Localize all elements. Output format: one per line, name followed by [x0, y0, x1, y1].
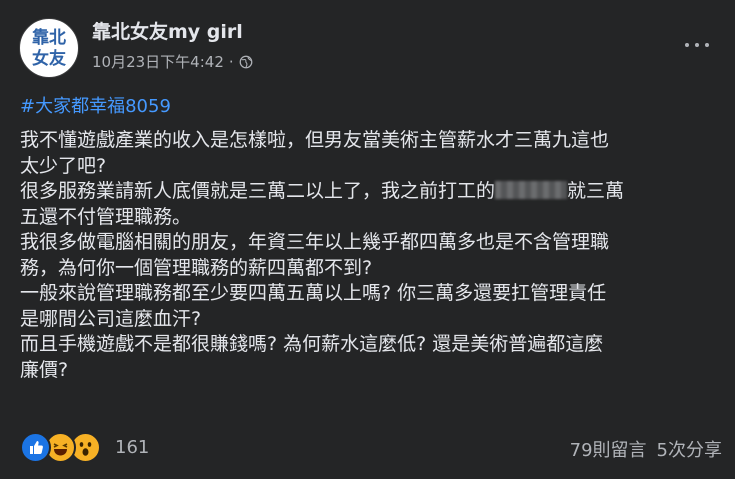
post-timestamp[interactable]: 10月23日下午4:42	[92, 51, 224, 72]
like-icon	[20, 432, 51, 463]
post-line: 太少了吧?	[20, 154, 107, 177]
post-line: 一般來說管理職務都至少要四萬五萬以上嗎? 你三萬多還要扛管理責任	[20, 282, 607, 304]
more-options-button[interactable]	[679, 33, 715, 57]
post-line: 很多服務業請新人底價就是三萬二以上了，我之前打工的 就三萬	[20, 179, 720, 205]
more-dot	[685, 43, 689, 47]
reaction-count[interactable]: 161	[115, 437, 149, 458]
avatar-text-line1: 靠北	[32, 28, 66, 48]
avatar-text-line2: 女友	[32, 49, 66, 69]
shares-count-link[interactable]: 5次分享	[657, 440, 722, 461]
post-line: 廉價?	[20, 358, 69, 381]
post-line-part: 很多服務業請新人底價就是三萬二以上了，我之前打工的	[20, 180, 496, 202]
post-meta: 10月23日下午4:42 ·	[92, 51, 253, 72]
post-line: 五還不付管理職務。	[20, 205, 192, 228]
post-stats: 79則留言 5次分享	[570, 436, 722, 462]
post-line: 是哪間公司這麼血汗?	[20, 307, 202, 330]
page-avatar[interactable]: 靠北 女友	[19, 18, 79, 78]
page-name-link[interactable]: 靠北女友my girl	[92, 17, 243, 44]
reactions-summary[interactable]: 161	[20, 432, 149, 463]
more-dot	[705, 43, 709, 47]
meta-separator: ·	[228, 52, 234, 71]
globe-icon[interactable]	[239, 55, 253, 69]
post-line-part: 就三萬	[567, 180, 625, 202]
more-dot	[695, 43, 699, 47]
post-line: 務，為何你一個管理職務的薪四萬都不到?	[20, 256, 373, 279]
post-line: 我很多做電腦相關的朋友，年資三年以上幾乎都四萬多也是不含管理職	[20, 231, 610, 253]
censored-blur	[495, 181, 568, 199]
hashtag-link[interactable]: #大家都幸福8059	[20, 92, 171, 118]
post-line: 我不懂遊戲產業的收入是怎樣啦，但男友當美術主管薪水才三萬九這也	[20, 129, 610, 151]
comments-count-link[interactable]: 79則留言	[570, 440, 647, 461]
post-body: 我不懂遊戲產業的收入是怎樣啦，但男友當美術主管薪水才三萬九這也 太少了吧? 很多…	[20, 128, 720, 383]
post-line: 而且手機遊戲不是都很賺錢嗎? 為何薪水這麼低? 還是美術普遍都這麼	[20, 333, 604, 355]
